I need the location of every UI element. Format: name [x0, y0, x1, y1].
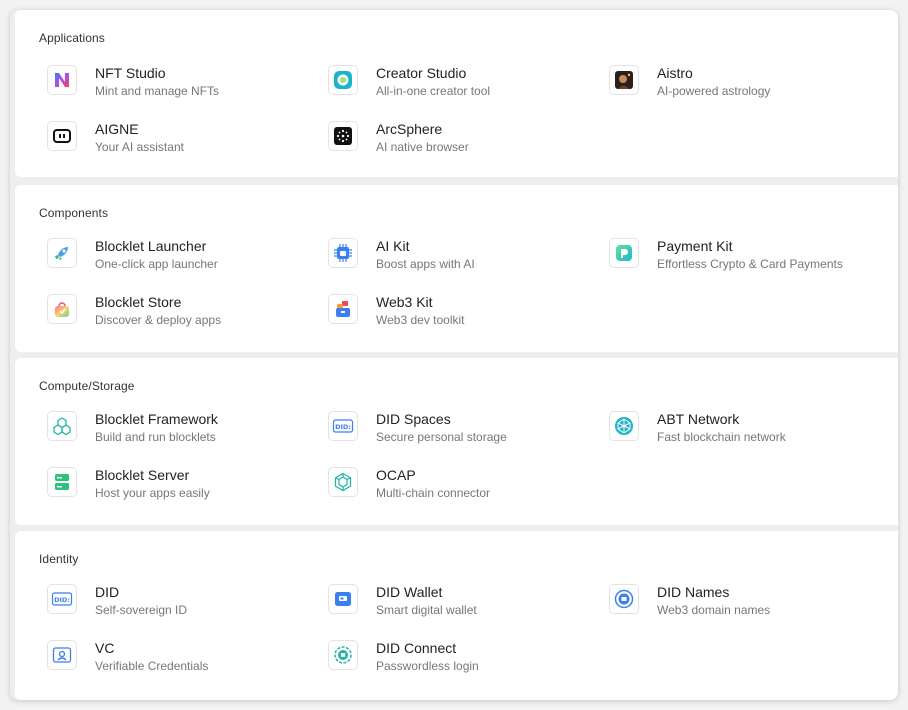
item-description: Verifiable Credentials: [95, 659, 209, 673]
menu-item-web3-kit[interactable]: Web3 Kit Web3 dev toolkit: [320, 292, 580, 336]
menu-item-aistro[interactable]: Aistro AI-powered astrology: [601, 63, 861, 107]
item-name: Blocklet Framework: [95, 411, 218, 427]
did-icon: DID:: [47, 584, 77, 614]
section-title: Compute/Storage: [39, 379, 135, 393]
item-description: Self-sovereign ID: [95, 603, 188, 617]
did-names-icon: [609, 584, 639, 614]
menu-item-did-spaces[interactable]: DID: DID Spaces Secure personal storage: [320, 409, 580, 453]
item-name: DID Connect: [376, 640, 457, 656]
item-description: Discover & deploy apps: [95, 313, 222, 327]
item-description: All-in-one creator tool: [376, 84, 491, 98]
item-name: OCAP: [376, 467, 416, 483]
item-name: DID Names: [657, 584, 730, 600]
wallet-icon: [328, 584, 358, 614]
web3-kit-icon: [328, 294, 358, 324]
menu-item-did[interactable]: DID: DID Self-sovereign ID: [39, 582, 299, 626]
section-compute-storage: Compute/Storage Blocklet Framework Build…: [15, 358, 898, 525]
item-name: ABT Network: [657, 411, 740, 427]
rocket-icon: [47, 238, 77, 268]
products-menu-panel: Applications NFT Studio Mint and manage …: [10, 10, 898, 700]
did-connect-icon: [328, 640, 358, 670]
item-name: DID Wallet: [376, 584, 443, 600]
item-description: Secure personal storage: [376, 430, 507, 444]
store-bag-icon: [47, 294, 77, 324]
did-spaces-icon: DID:: [328, 411, 358, 441]
item-name: ArcSphere: [376, 121, 443, 137]
item-description: Web3 dev toolkit: [376, 313, 465, 327]
menu-item-blocklet-launcher[interactable]: Blocklet Launcher One-click app launcher: [39, 236, 299, 280]
menu-item-vc[interactable]: VC Verifiable Credentials: [39, 638, 299, 682]
did-icon-label: DID:: [54, 596, 70, 604]
framework-icon: [47, 411, 77, 441]
menu-item-nft-studio[interactable]: NFT Studio Mint and manage NFTs: [39, 63, 299, 107]
item-name: Blocklet Store: [95, 294, 182, 310]
item-description: Boost apps with AI: [376, 257, 475, 271]
item-description: Effortless Crypto & Card Payments: [657, 257, 843, 271]
menu-item-did-connect[interactable]: DID Connect Passwordless login: [320, 638, 580, 682]
menu-item-creator-studio[interactable]: Creator Studio All-in-one creator tool: [320, 63, 580, 107]
menu-item-blocklet-server[interactable]: Blocklet Server Host your apps easily: [39, 465, 299, 509]
nft-studio-icon: [47, 65, 77, 95]
menu-item-aigne[interactable]: AIGNE Your AI assistant: [39, 119, 299, 163]
item-description: Mint and manage NFTs: [95, 84, 220, 98]
item-name: Blocklet Launcher: [95, 238, 207, 254]
section-title: Identity: [39, 552, 79, 566]
item-description: Smart digital wallet: [376, 603, 477, 617]
section-title: Applications: [39, 31, 105, 45]
menu-item-arcsphere[interactable]: ArcSphere AI native browser: [320, 119, 580, 163]
menu-item-abt-network[interactable]: ABT Network Fast blockchain network: [601, 409, 861, 453]
menu-item-blocklet-store[interactable]: Blocklet Store Discover & deploy apps: [39, 292, 299, 336]
section-title: Components: [39, 206, 109, 220]
item-name: AI Kit: [376, 238, 410, 254]
server-icon: [47, 467, 77, 497]
item-description: One-click app launcher: [95, 257, 218, 271]
item-name: Payment Kit: [657, 238, 733, 254]
abt-network-icon: [609, 411, 639, 441]
item-name: Creator Studio: [376, 65, 467, 81]
aigne-icon: [47, 121, 77, 151]
payment-kit-icon: [609, 238, 639, 268]
item-description: AI native browser: [376, 140, 469, 154]
item-description: Fast blockchain network: [657, 430, 786, 444]
item-name: NFT Studio: [95, 65, 166, 81]
menu-item-did-names[interactable]: DID Names Web3 domain names: [601, 582, 861, 626]
menu-item-blocklet-framework[interactable]: Blocklet Framework Build and run blockle…: [39, 409, 299, 453]
menu-item-payment-kit[interactable]: Payment Kit Effortless Crypto & Card Pay…: [601, 236, 861, 280]
item-description: Multi-chain connector: [376, 486, 491, 500]
item-name: DID Spaces: [376, 411, 451, 427]
arcsphere-icon: [328, 121, 358, 151]
creator-studio-icon: [328, 65, 358, 95]
section-components: Components Blocklet Launcher One-click a…: [15, 185, 898, 352]
did-icon-label: DID:: [335, 423, 351, 431]
vc-icon: [47, 640, 77, 670]
item-description: Build and run blocklets: [95, 430, 216, 444]
item-name: Aistro: [657, 65, 693, 81]
item-description: Your AI assistant: [95, 140, 184, 154]
section-identity: Identity DID: DID Self-sovereign ID DID …: [15, 531, 898, 700]
item-name: Web3 Kit: [376, 294, 433, 310]
item-description: Host your apps easily: [95, 486, 210, 500]
item-description: Web3 domain names: [657, 603, 771, 617]
item-name: DID: [95, 584, 120, 600]
ocap-icon: [328, 467, 358, 497]
item-description: Passwordless login: [376, 659, 479, 673]
ai-kit-chip-icon: [328, 238, 358, 268]
item-name: VC: [95, 640, 115, 656]
item-name: Blocklet Server: [95, 467, 190, 483]
menu-item-ai-kit[interactable]: AI Kit Boost apps with AI: [320, 236, 580, 280]
item-name: AIGNE: [95, 121, 139, 137]
menu-item-ocap[interactable]: OCAP Multi-chain connector: [320, 465, 580, 509]
aistro-icon: [609, 65, 639, 95]
item-description: AI-powered astrology: [657, 84, 771, 98]
menu-item-did-wallet[interactable]: DID Wallet Smart digital wallet: [320, 582, 580, 626]
section-applications: Applications NFT Studio Mint and manage …: [15, 10, 898, 177]
